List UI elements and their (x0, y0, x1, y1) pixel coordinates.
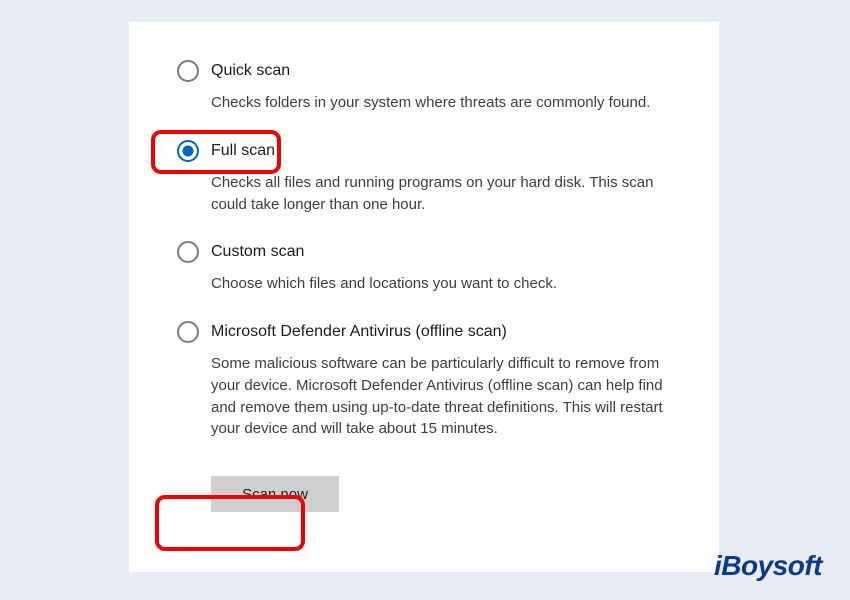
scan-now-button[interactable]: Scan now (211, 476, 339, 512)
option-full-scan: Full scan Checks all files and running p… (177, 140, 671, 216)
radio-row-offline[interactable]: Microsoft Defender Antivirus (offline sc… (177, 321, 671, 343)
radio-row-custom[interactable]: Custom scan (177, 241, 671, 263)
option-custom-scan: Custom scan Choose which files and locat… (177, 241, 671, 295)
option-desc: Checks folders in your system where thre… (211, 92, 671, 114)
option-label: Custom scan (211, 243, 304, 261)
option-desc: Some malicious software can be particula… (211, 353, 671, 440)
radio-icon (177, 321, 199, 343)
option-label: Microsoft Defender Antivirus (offline sc… (211, 323, 507, 341)
watermark-logo: iBoysoft (714, 550, 822, 582)
option-quick-scan: Quick scan Checks folders in your system… (177, 60, 671, 114)
option-offline-scan: Microsoft Defender Antivirus (offline sc… (177, 321, 671, 440)
radio-icon (177, 60, 199, 82)
radio-icon (177, 241, 199, 263)
radio-icon-selected (177, 140, 199, 162)
option-label: Quick scan (211, 62, 290, 80)
option-desc: Checks all files and running programs on… (211, 172, 671, 216)
radio-row-quick[interactable]: Quick scan (177, 60, 671, 82)
scan-options-panel: Quick scan Checks folders in your system… (129, 22, 719, 572)
option-desc: Choose which files and locations you wan… (211, 273, 671, 295)
option-label: Full scan (211, 142, 275, 160)
radio-row-full[interactable]: Full scan (177, 140, 671, 162)
